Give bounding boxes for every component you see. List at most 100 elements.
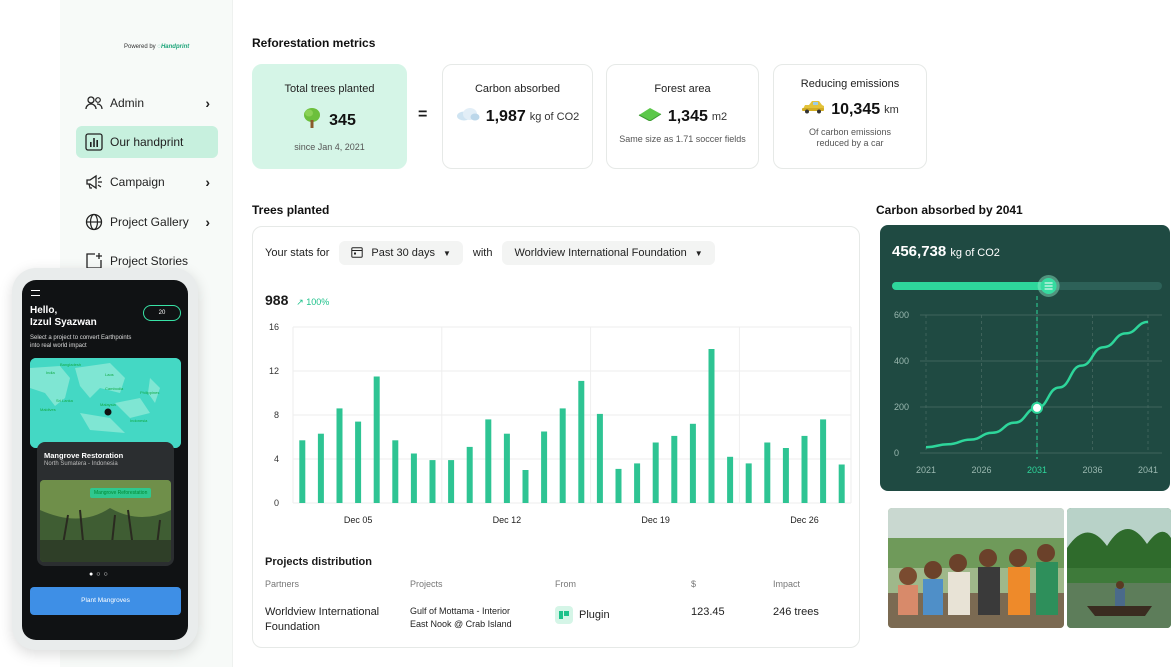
bar (820, 419, 827, 503)
plugin-icon (555, 606, 573, 624)
points-badge: 20 (143, 305, 181, 321)
bar (448, 460, 455, 503)
map-label: Malaysia (100, 402, 116, 407)
map-label: India (46, 370, 55, 375)
bar (559, 408, 566, 503)
project-tag: Mangrove Reforestation (90, 488, 152, 498)
map-label: Sri Lanka (56, 398, 73, 403)
bar (671, 435, 678, 503)
sidebar-item-campaign[interactable]: Campaign › (76, 166, 218, 198)
map-label: Philippines (140, 390, 160, 395)
y-tick-label: 0 (274, 498, 279, 508)
period-dropdown[interactable]: Past 30 days ▼ (339, 241, 463, 265)
x-tick-label: Dec 05 (344, 515, 373, 525)
col-header-partners: Partners (265, 579, 300, 589)
x-tick-label: 2036 (1082, 465, 1102, 475)
y-tick-label: 600 (894, 310, 909, 320)
carbon-line-chart: 0 200 400 600 2021 2026 2031 2036 2041 (892, 275, 1162, 475)
bar (801, 435, 808, 503)
greeting: Hello, Izzul Syazwan (30, 305, 97, 328)
bar (485, 419, 492, 503)
trees-planted-card: Your stats for Past 30 days ▼ with World… (252, 226, 860, 648)
col-header-from: From (555, 579, 576, 589)
bar (652, 442, 659, 503)
trees-bar-chart: 0 4 8 12 16 Dec 05 Dec 12 Dec 19 Dec 26 (269, 322, 852, 525)
carousel-dots[interactable]: ●○○ (89, 571, 111, 578)
bar (615, 468, 622, 503)
project-map[interactable]: Bangladesh India Laos Cambodia Philippin… (30, 358, 181, 448)
tree-icon (303, 107, 321, 134)
field-icon (638, 107, 662, 126)
col-header-amount: $ (691, 579, 697, 589)
plant-mangroves-button[interactable]: Plant Mangroves (30, 587, 181, 615)
equals-sign: = (418, 106, 428, 123)
bar (838, 464, 845, 503)
powered-by-label: Powered by ◌Handprint (124, 44, 190, 50)
x-tick-label: 2041 (1138, 465, 1158, 475)
x-tick-label: Dec 19 (641, 515, 670, 525)
x-tick-label: 2026 (971, 465, 991, 475)
sidebar-item-our-handprint[interactable]: Our handprint (76, 126, 218, 158)
map-label: Cambodia (105, 386, 124, 391)
trees-total: 988 ↗ 100% (265, 292, 330, 308)
bar (689, 423, 696, 503)
metric-carbon-absorbed: Carbon absorbed 1,987 kg of CO2 (442, 64, 593, 169)
y-tick-label: 12 (269, 366, 279, 376)
caret-down-icon: ▼ (443, 248, 451, 258)
map-label: Laos (105, 372, 114, 377)
chevron-right-icon: › (205, 214, 210, 230)
menu-icon[interactable] (31, 290, 40, 296)
x-tick-label: Dec 26 (790, 515, 819, 525)
y-tick-label: 8 (274, 410, 279, 420)
bar (466, 446, 473, 503)
col-header-impact: Impact (773, 579, 801, 589)
intro-text: Select a project to convert Earthpoints … (30, 335, 132, 349)
metric-total-trees: Total trees planted 345 since Jan 4, 202… (252, 64, 407, 169)
metric-forest-area: Forest area 1,345 m2 Same size as 1.71 s… (606, 64, 759, 169)
x-tick-label: Dec 12 (493, 515, 522, 525)
carbon-projection-panel: 456,738 kg of CO2 0 200 400 600 2021 2026 2031… (880, 225, 1170, 491)
bar (410, 453, 417, 503)
bar (317, 433, 324, 503)
carbon-title: Carbon absorbed by 2041 (876, 203, 1023, 217)
metric-reducing-emissions: Reducing emissions 10,345 km Of carbon e… (773, 64, 927, 169)
users-icon (84, 93, 104, 113)
handprint-logo: ◌Handprint (157, 44, 190, 50)
sidebar-item-admin[interactable]: Admin › (76, 87, 218, 119)
chevron-right-icon: › (205, 95, 210, 111)
chart-icon (84, 132, 104, 152)
bar (429, 460, 436, 503)
map-label: Indonesia (130, 418, 148, 423)
megaphone-icon (84, 172, 104, 192)
bar (336, 408, 343, 503)
sidebar-item-project-gallery[interactable]: Project Gallery › (76, 206, 218, 238)
photo-children-planting (888, 508, 1064, 628)
chevron-right-icon: › (205, 174, 210, 190)
bar (299, 440, 306, 503)
caret-down-icon: ▼ (694, 248, 703, 258)
bar (355, 421, 362, 503)
bar (392, 440, 399, 503)
bar (503, 433, 510, 503)
x-tick-label: 2031 (1027, 465, 1047, 475)
project-card[interactable]: Mangrove Restoration North Sumatera - In… (37, 442, 174, 566)
x-tick-label: 2021 (916, 465, 936, 475)
partner-dropdown[interactable]: Worldview International Foundation ▼ (502, 241, 715, 265)
y-tick-label: 0 (894, 448, 899, 458)
cell-amount: 123.45 (691, 606, 725, 618)
cloud-icon (456, 107, 480, 126)
bar (708, 349, 715, 503)
slider-fill (892, 282, 1049, 290)
y-tick-label: 400 (894, 356, 909, 366)
bar (745, 463, 752, 503)
bar (764, 442, 771, 503)
mangrove-photo: Mangrove Reforestation (40, 480, 171, 562)
bar (782, 448, 789, 503)
stats-filter-row: Your stats for Past 30 days ▼ with World… (265, 241, 725, 265)
bar (373, 376, 380, 503)
cell-impact: 246 trees (773, 606, 819, 618)
cell-from: Plugin (555, 606, 610, 624)
metrics-title: Reforestation metrics (252, 36, 376, 50)
cell-project: Gulf of Mottama - Interior East Nook @ C… (410, 606, 512, 629)
bar (634, 463, 641, 503)
